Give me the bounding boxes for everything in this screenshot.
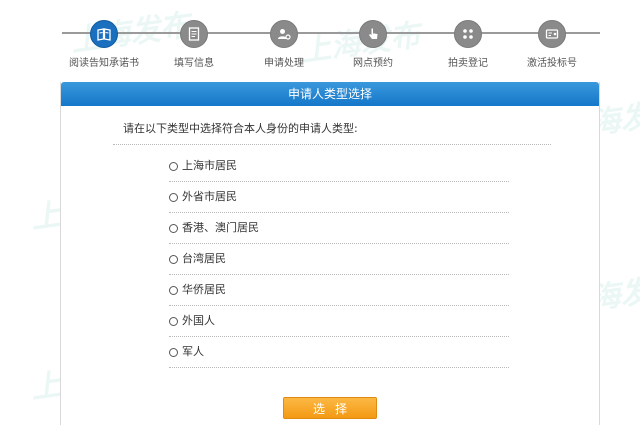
option-taiwan-resident[interactable]: 台湾居民: [169, 244, 509, 275]
select-button[interactable]: 选择: [283, 397, 377, 419]
radio-button[interactable]: [169, 285, 178, 295]
card-icon: [538, 20, 566, 48]
applicant-type-options: 上海市居民 外省市居民 香港、澳门居民 台湾居民 华侨居民 外国人 军人: [169, 151, 509, 368]
step-label: 激活投标号: [527, 58, 577, 69]
option-label: 军人: [182, 345, 204, 358]
option-label: 外国人: [182, 314, 215, 327]
user-gear-icon: [270, 20, 298, 48]
option-other-province-resident[interactable]: 外省市居民: [169, 182, 509, 213]
book-icon: [90, 20, 118, 48]
radio-button[interactable]: [169, 254, 178, 264]
option-label: 外省市居民: [182, 190, 237, 203]
step-activate-bid: 激活投标号: [497, 20, 607, 69]
step-label: 网点预约: [353, 58, 393, 69]
form-icon: [180, 20, 208, 48]
option-label: 台湾居民: [182, 252, 226, 265]
divider: [113, 144, 551, 145]
option-military[interactable]: 军人: [169, 337, 509, 368]
radio-button[interactable]: [169, 347, 178, 357]
option-label: 香港、澳门居民: [182, 221, 259, 234]
applicant-type-panel: 申请人类型选择 请在以下类型中选择符合本人身份的申请人类型: 上海市居民 外省市…: [60, 82, 600, 425]
option-shanghai-resident[interactable]: 上海市居民: [169, 151, 509, 182]
option-hk-macau-resident[interactable]: 香港、澳门居民: [169, 213, 509, 244]
instruction-text: 请在以下类型中选择符合本人身份的申请人类型:: [123, 122, 358, 135]
option-label: 华侨居民: [182, 283, 226, 296]
panel-title: 申请人类型选择: [61, 82, 599, 106]
radio-button[interactable]: [169, 192, 178, 202]
radio-button[interactable]: [169, 223, 178, 233]
option-label: 上海市居民: [182, 159, 237, 172]
hand-pointer-icon: [359, 20, 387, 48]
option-foreigner[interactable]: 外国人: [169, 306, 509, 337]
option-overseas-chinese[interactable]: 华侨居民: [169, 275, 509, 306]
auction-icon: [454, 20, 482, 48]
progress-stepper: 阅读告知承诺书 填写信息 申请处理 网点预约 拍卖登记 激活投标号: [0, 0, 640, 78]
radio-button[interactable]: [169, 316, 178, 326]
step-appointment: 网点预约: [318, 20, 428, 69]
radio-button[interactable]: [169, 161, 178, 171]
